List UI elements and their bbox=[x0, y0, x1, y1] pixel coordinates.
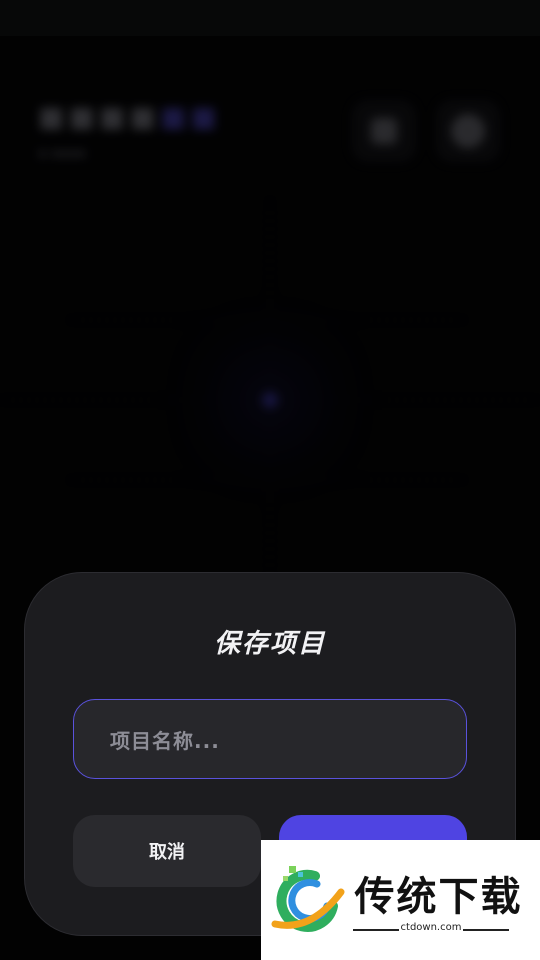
watermark-title: 传统下载 bbox=[354, 874, 523, 920]
project-name-placeholder: 项目名称... bbox=[110, 728, 220, 753]
app-screen: ■■■■■■ ▪ ▪▪▪▪ 保存项目 项目名称... 取消 传统下载 ctdow… bbox=[0, 0, 540, 960]
ctdown-logo-icon bbox=[271, 866, 345, 932]
watermark-banner: 传统下载 ctdown.com bbox=[261, 840, 540, 960]
project-name-input[interactable]: 项目名称... bbox=[73, 699, 467, 779]
cancel-button[interactable]: 取消 bbox=[73, 815, 261, 887]
watermark-divider bbox=[463, 929, 509, 931]
watermark-url: ctdown.com bbox=[400, 922, 462, 933]
dialog-title: 保存项目 bbox=[213, 629, 326, 659]
